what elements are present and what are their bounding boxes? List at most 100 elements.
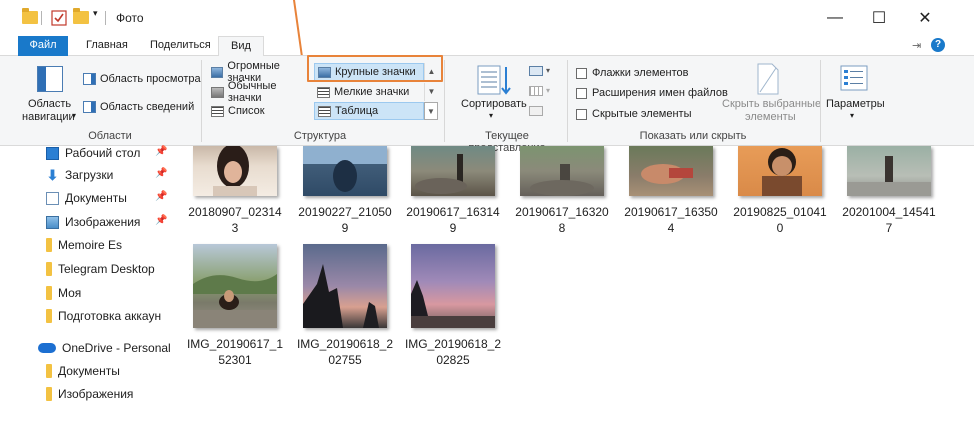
group-by-icon[interactable] [529,66,543,76]
size-columns-icon[interactable] [529,106,543,116]
file-name[interactable]: 20190617_16320 8 [510,204,614,236]
hide-selected-label-1[interactable]: Скрыть выбранные [722,98,821,110]
customize-toolbar-icon[interactable]: ▾ [93,8,98,19]
tab-view[interactable]: Вид [218,36,264,57]
file-name[interactable]: IMG_20190618_2 02825 [401,336,505,368]
nav-item-telegram[interactable]: Telegram Desktop [46,259,155,279]
options-button[interactable]: Параметры [826,98,885,110]
medium-icons-icon [211,86,224,98]
group-separator [567,60,568,142]
file-extensions-label[interactable]: Расширения имен файлов [592,87,728,99]
layout-more-icon[interactable]: ▼ [424,102,438,120]
folder-icon [46,262,52,276]
layout-scroll-down-icon[interactable]: ▼ [424,83,438,101]
title-bar: ▾ Фото — ☐ ✕ [0,0,974,36]
file-grid: 20180907_02314 3 20190227_21050 9 20190617… [170,146,974,422]
pin-icon[interactable]: 📌 [155,146,167,157]
photo-thumbnail[interactable] [520,146,604,196]
sort-dropdown-icon[interactable]: ▾ [489,111,493,120]
tab-share[interactable]: Поделиться [138,36,223,56]
group-separator [444,60,445,142]
nav-item-memoire[interactable]: Memoire Es [46,235,122,255]
nav-item-desktop[interactable]: Рабочий стол [46,143,140,163]
pictures-icon [46,215,59,229]
nav-item-moya[interactable]: Моя [46,283,81,303]
file-name[interactable]: 20201004_14541 7 [837,204,941,236]
group-label-panes: Области [88,130,132,142]
details-pane-icon[interactable] [83,101,96,113]
group-label-layout: Структура [293,130,347,142]
file-name[interactable]: 20190227_21050 9 [293,204,397,236]
new-folder-icon[interactable] [73,8,89,24]
file-name[interactable]: IMG_20190617_1 52301 [183,336,287,368]
add-columns-dropdown-icon[interactable]: ▾ [546,86,550,95]
navigation-pane-label-1[interactable]: Область [28,98,71,110]
file-name[interactable]: 20180907_02314 3 [183,204,287,236]
item-checkboxes-checkbox[interactable] [576,68,587,79]
group-separator [820,60,821,142]
sort-icon[interactable] [476,64,512,96]
layout-medium-icons[interactable]: Обычные значки [208,80,312,104]
file-name[interactable]: 20190825_01041 0 [728,204,832,236]
nav-item-onedrive-documents[interactable]: Документы [46,361,120,381]
sort-by-button[interactable]: Сортировать [461,98,527,110]
navigation-pane-dropdown-icon[interactable]: ▾ [72,111,76,120]
file-name[interactable]: 20190617_16314 9 [401,204,505,236]
ribbon: Область навигации ▾ Область просмотра Об… [0,56,974,154]
layout-extra-large-icons[interactable]: Огромные значки [208,60,312,84]
nav-item-documents[interactable]: Документы [46,188,127,208]
photo-thumbnail[interactable] [193,146,277,196]
photo-thumbnail[interactable] [303,146,387,196]
layout-list[interactable]: Список [208,102,312,120]
options-icon[interactable] [839,64,869,92]
tab-file[interactable]: Файл [18,36,68,56]
help-icon[interactable]: ? [931,38,945,52]
photo-thumbnail[interactable] [411,244,495,328]
hide-selected-icon[interactable] [754,62,782,96]
hide-selected-label-2[interactable]: элементы [745,111,796,123]
file-name[interactable]: IMG_20190618_2 02755 [293,336,397,368]
navigation-pane-label-2[interactable]: навигации [22,111,75,123]
preview-pane-button[interactable]: Область просмотра [100,73,201,85]
pin-icon[interactable]: 📌 [155,168,167,179]
quick-access-folder-icon[interactable] [22,8,38,24]
layout-details[interactable]: Таблица [314,102,424,120]
folder-icon [46,364,52,378]
photo-thumbnail[interactable] [629,146,713,196]
hidden-items-label[interactable]: Скрытые элементы [592,108,692,120]
navigation-pane-icon[interactable] [37,66,63,92]
properties-check-icon[interactable] [51,10,67,26]
file-extensions-checkbox[interactable] [576,88,587,99]
annotation-highlight-box [307,55,443,82]
tab-home[interactable]: Главная [74,36,140,56]
minimize-button[interactable]: — [820,6,850,30]
pin-ribbon-icon[interactable]: ⇥ [912,39,921,52]
file-name[interactable]: 20190617_16350 4 [619,204,723,236]
layout-small-icons[interactable]: Мелкие значки [314,83,424,101]
pin-icon[interactable]: 📌 [155,191,167,202]
close-button[interactable]: ✕ [910,6,940,30]
options-dropdown-icon[interactable]: ▾ [850,111,854,120]
folder-icon [46,238,52,252]
maximize-button[interactable]: ☐ [864,6,894,30]
group-separator [201,60,202,142]
details-pane-button[interactable]: Область сведений [100,101,194,113]
extra-large-icons-icon [211,66,224,78]
nav-item-onedrive-pictures[interactable]: Изображения [46,384,133,404]
photo-thumbnail[interactable] [303,244,387,328]
hidden-items-checkbox[interactable] [576,109,587,120]
nav-item-pictures[interactable]: Изображения [46,212,140,232]
add-columns-icon[interactable] [529,86,543,96]
group-by-dropdown-icon[interactable]: ▾ [546,66,550,75]
preview-pane-icon[interactable] [83,73,96,85]
nav-item-podgotovka[interactable]: Подготовка аккаун [46,306,161,326]
nav-item-downloads[interactable]: ⬇ Загрузки [46,165,114,185]
photo-thumbnail[interactable] [411,146,495,196]
nav-item-onedrive[interactable]: OneDrive - Personal [38,338,171,358]
item-checkboxes-label[interactable]: Флажки элементов [592,67,688,79]
photo-thumbnail[interactable] [847,146,931,196]
pin-icon[interactable]: 📌 [155,215,167,226]
group-label-show-hide: Показать или скрыть [639,130,747,142]
photo-thumbnail[interactable] [193,244,277,328]
photo-thumbnail[interactable] [738,146,822,196]
